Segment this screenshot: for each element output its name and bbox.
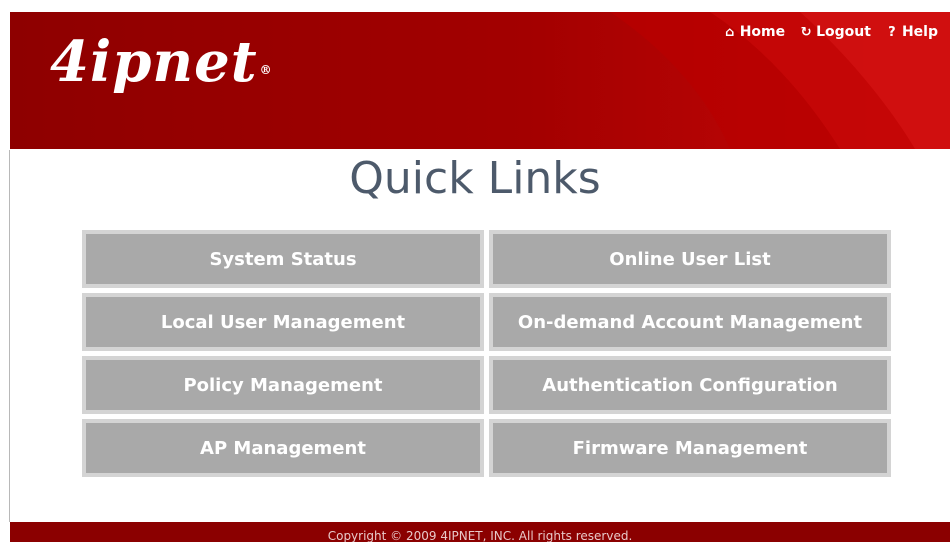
- home-link-label: Home: [739, 24, 786, 40]
- on-demand-account-management-button[interactable]: On-demand Account Management: [489, 293, 891, 351]
- footer-copyright: Copyright © 2009 4IPNET, INC. All rights…: [10, 522, 950, 542]
- local-user-management-button[interactable]: Local User Management: [82, 293, 484, 351]
- authentication-configuration-button[interactable]: Authentication Configuration: [489, 356, 891, 414]
- power-icon: ↻: [800, 24, 812, 40]
- logo-text: 4ipnet: [50, 29, 258, 95]
- brand-logo[interactable]: 4ipnet ®: [50, 29, 273, 95]
- logout-link-label: Logout: [816, 24, 871, 40]
- system-status-button[interactable]: System Status: [82, 230, 484, 288]
- help-link[interactable]: ? Help: [885, 24, 938, 40]
- registered-mark: ®: [259, 63, 273, 77]
- header-banner: 4ipnet ® ⌂ Home ↻ Logout ? Help: [10, 12, 950, 149]
- online-user-list-button[interactable]: Online User List: [489, 230, 891, 288]
- help-icon: ?: [888, 24, 896, 40]
- page-title: Quick Links: [349, 153, 601, 204]
- firmware-management-button[interactable]: Firmware Management: [489, 419, 891, 477]
- home-icon: ⌂: [725, 24, 735, 40]
- logout-link[interactable]: ↻ Logout: [799, 24, 871, 40]
- quick-links-grid: System Status Online User List Local Use…: [82, 230, 891, 478]
- home-link[interactable]: ⌂ Home: [723, 24, 785, 40]
- policy-management-button[interactable]: Policy Management: [82, 356, 484, 414]
- help-link-label: Help: [901, 24, 938, 40]
- ap-management-button[interactable]: AP Management: [82, 419, 484, 477]
- top-navigation: ⌂ Home ↻ Logout ? Help: [723, 24, 938, 40]
